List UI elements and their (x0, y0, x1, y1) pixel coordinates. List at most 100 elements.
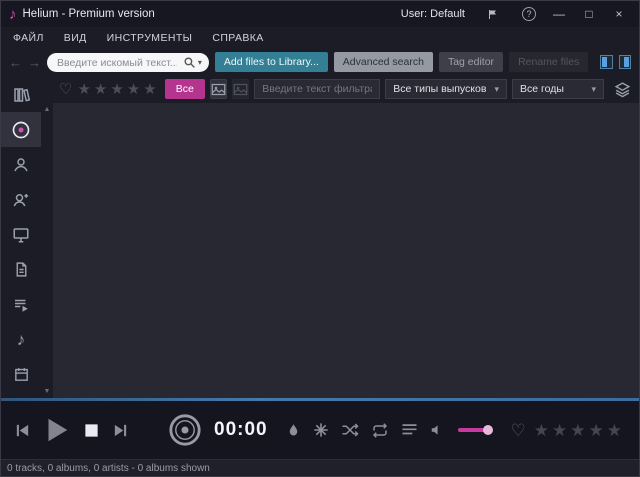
help-icon[interactable]: ? (522, 7, 536, 21)
favorite-filter-heart-icon[interactable]: ♡ (59, 82, 72, 97)
person-plus-icon (12, 191, 30, 209)
sidebar-item-years[interactable] (1, 357, 41, 392)
queue-icon[interactable] (401, 423, 418, 437)
sidebar-item-files[interactable] (1, 252, 41, 287)
layout-right-panel-icon[interactable] (619, 55, 631, 69)
library-books-icon (12, 86, 30, 104)
status-bar: 0 tracks, 0 albums, 0 artists - 0 albums… (1, 459, 639, 476)
close-button[interactable]: × (607, 7, 631, 21)
sidebar-item-tracks[interactable]: ♪ (1, 322, 41, 357)
filter-bar: ♡ ★★★★★ Все (41, 75, 639, 103)
maximize-button[interactable]: □ (577, 7, 601, 21)
flag-icon[interactable] (487, 8, 511, 21)
chevron-down-icon: ▾ (591, 84, 596, 95)
picture-icon (233, 83, 248, 96)
star-icon[interactable]: ★ (589, 421, 607, 440)
release-type-value: Все типы выпусков (393, 83, 486, 95)
rename-files-button[interactable]: Rename files (509, 52, 588, 72)
play-button[interactable] (41, 415, 71, 445)
previous-track-button[interactable] (14, 422, 31, 439)
app-music-note-icon: ♪ (9, 7, 17, 22)
window-title: Helium - Premium version (23, 8, 155, 20)
scroll-up-icon[interactable]: ▲ (44, 106, 51, 113)
repeat-icon[interactable] (371, 423, 389, 438)
filter-text-input[interactable] (254, 79, 380, 99)
back-button[interactable]: ← (9, 55, 22, 70)
search-box: ▾ (47, 53, 209, 72)
menu-view[interactable]: ВИД (64, 32, 87, 44)
advanced-search-button[interactable]: Advanced search (334, 52, 433, 72)
player-bar: 00:00 (1, 398, 639, 459)
sidebar-item-library[interactable] (1, 77, 41, 112)
volume-icon[interactable] (430, 423, 444, 437)
disc-icon (11, 120, 31, 140)
user-label[interactable]: User: Default (401, 8, 465, 20)
album-list-area[interactable] (53, 103, 639, 398)
helium-window: ♪ Helium - Premium version User: Default… (0, 0, 640, 477)
star-icon[interactable]: ★ (94, 81, 110, 98)
tag-editor-button[interactable]: Tag editor (439, 52, 503, 72)
player-controls: 00:00 (1, 401, 639, 459)
star-icon[interactable]: ★ (110, 81, 126, 98)
sidebar-item-devices[interactable] (1, 217, 41, 252)
stop-button[interactable] (81, 420, 102, 441)
chevron-down-icon: ▾ (494, 84, 499, 95)
menu-help[interactable]: СПРАВКА (212, 32, 263, 44)
track-rating-stars[interactable]: ★★★★★ (534, 422, 625, 439)
shuffle-icon[interactable] (341, 423, 359, 437)
burst-icon[interactable] (313, 422, 329, 438)
forward-button[interactable]: → (28, 55, 41, 70)
playlist-icon (12, 296, 30, 314)
elapsed-time: 00:00 (214, 419, 268, 441)
sidebar-item-album-artists[interactable] (1, 182, 41, 217)
release-type-dropdown[interactable]: Все типы выпусков ▾ (385, 79, 507, 99)
volume-slider[interactable] (458, 428, 489, 432)
years-dropdown[interactable]: Все годы ▾ (512, 79, 604, 99)
titlebar: ♪ Helium - Premium version User: Default… (1, 1, 639, 27)
sidebar-item-albums[interactable] (1, 112, 41, 147)
layers-icon[interactable] (614, 81, 631, 98)
star-icon[interactable]: ★ (143, 81, 159, 98)
window-body: ♪ ♡ ★★★★★ Все (1, 75, 639, 398)
star-icon[interactable]: ★ (534, 421, 552, 440)
add-files-button[interactable]: Add files to Library... (215, 52, 328, 72)
sidebar-item-playlists[interactable] (1, 287, 41, 322)
show-artwork-alt-button[interactable] (232, 79, 249, 99)
flame-icon[interactable] (286, 422, 301, 439)
search-options-caret-icon[interactable]: ▾ (198, 58, 202, 67)
library-stats: 0 tracks, 0 albums, 0 artists - 0 albums… (7, 463, 210, 474)
rating-filter-stars[interactable]: ★★★★★ (77, 82, 159, 97)
search-glyphs: ▾ (183, 56, 202, 69)
sidebar-scrollbar[interactable]: ▲ ▼ (41, 103, 53, 398)
sidebar: ♪ (1, 75, 41, 398)
show-artwork-button[interactable] (210, 79, 227, 99)
star-icon[interactable]: ★ (552, 421, 570, 440)
star-icon[interactable]: ★ (127, 81, 143, 98)
calendar-icon (13, 366, 30, 383)
picture-icon (211, 83, 226, 96)
star-icon[interactable]: ★ (607, 421, 625, 440)
scroll-down-icon[interactable]: ▼ (44, 388, 51, 395)
now-playing-disc-icon (168, 413, 202, 447)
layout-left-panel-icon[interactable] (600, 55, 612, 69)
main-toolbar: ← → ▾ Add files to Library... Advanced s… (1, 49, 639, 75)
content-row: ▲ ▼ (41, 103, 639, 398)
document-icon (13, 261, 30, 278)
star-icon[interactable]: ★ (77, 81, 93, 98)
monitor-icon (12, 226, 30, 244)
favorite-track-heart-icon[interactable]: ♡ (511, 422, 526, 439)
volume-knob[interactable] (483, 425, 493, 435)
menubar: ФАЙЛ ВИД ИНСТРУМЕНТЫ СПРАВКА (1, 27, 639, 49)
all-filter-button[interactable]: Все (165, 79, 205, 99)
music-note-icon: ♪ (17, 331, 26, 348)
years-value: Все годы (520, 83, 564, 95)
artist-person-icon (12, 156, 30, 174)
minimize-button[interactable]: — (547, 7, 571, 21)
next-track-button[interactable] (112, 422, 129, 439)
menu-file[interactable]: ФАЙЛ (13, 32, 44, 44)
sidebar-item-artists[interactable] (1, 147, 41, 182)
main-column: ♡ ★★★★★ Все (41, 75, 639, 398)
star-icon[interactable]: ★ (570, 421, 588, 440)
search-icon[interactable] (183, 56, 196, 69)
menu-tools[interactable]: ИНСТРУМЕНТЫ (107, 32, 193, 44)
